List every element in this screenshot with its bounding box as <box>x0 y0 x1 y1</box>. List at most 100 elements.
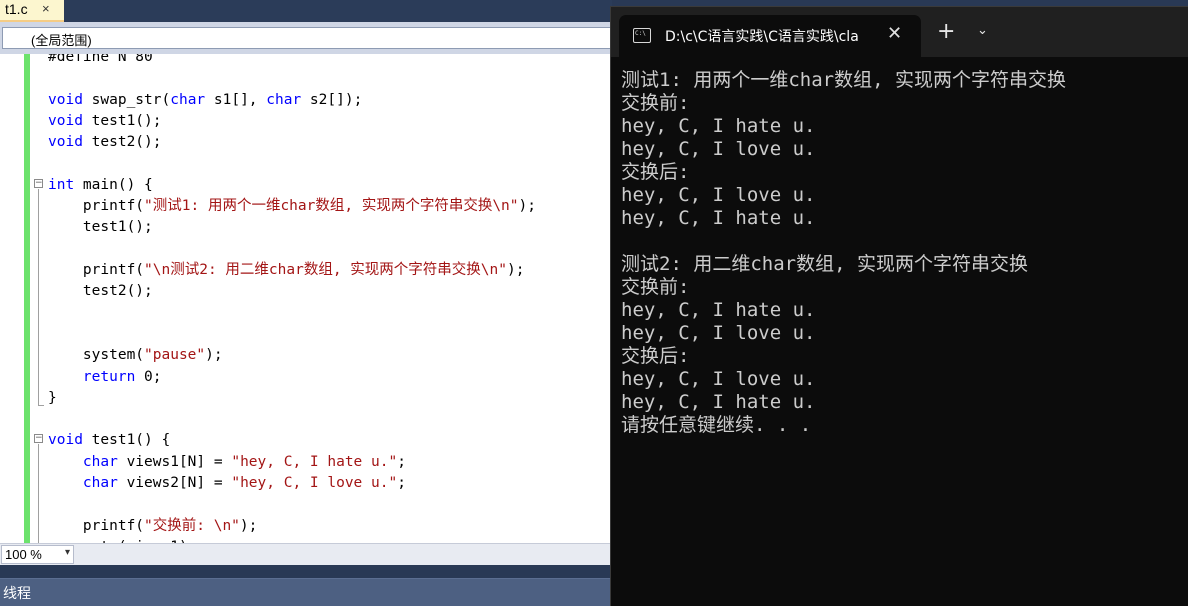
terminal-output-line: 请按任意键继续. . . <box>621 414 812 436</box>
code-token: system( <box>48 347 145 364</box>
code-token: ); <box>239 517 258 534</box>
string-token: "hey, C, I love u." <box>231 475 398 491</box>
code-token: s2[]); <box>301 91 363 108</box>
code-line: void test1(); <box>48 111 162 132</box>
keyword-token: void <box>48 432 83 449</box>
terminal-output-line: hey, C, I hate u. <box>621 115 816 137</box>
keyword-token: void <box>48 91 83 108</box>
keyword-token: void <box>48 134 83 151</box>
string-token: "测试1: 用两个一维char数组, 实现两个字符串交换\n" <box>144 198 519 215</box>
new-tab-button[interactable]: + <box>937 21 955 43</box>
terminal-output-line: 测试1: 用两个一维char数组, 实现两个字符串交换 <box>621 69 1066 91</box>
console-icon <box>633 28 651 43</box>
code-token: #define N 80 <box>48 54 153 65</box>
string-token: "\n测试2: 用二维char数组, 实现两个字符串交换\n" <box>144 262 507 278</box>
navigation-bar: (全局范围) <box>0 22 612 54</box>
code-token: views1[N] = <box>117 453 232 470</box>
code-line: void test1() { <box>48 430 170 451</box>
code-token: test1() { <box>82 432 171 449</box>
tab-label: t1.c <box>5 1 28 17</box>
threads-panel-header[interactable]: 线程 <box>0 578 612 606</box>
code-line: system("pause"); <box>48 345 223 366</box>
zoom-value: 100 % <box>5 547 42 562</box>
keyword-token: char <box>82 475 118 491</box>
terminal-output-line: 交换后: <box>621 345 690 367</box>
code-line: char views1[N] = "hey, C, I hate u."; <box>48 452 406 473</box>
code-token: ); <box>506 262 525 278</box>
string-token: "交换前: \n" <box>144 517 240 534</box>
code-line: void swap_str(char s1[], char s2[]); <box>48 90 362 111</box>
scope-value: (全局范围) <box>31 33 92 48</box>
keyword-token: char <box>266 91 302 108</box>
fold-guide <box>38 189 39 405</box>
close-tab-icon[interactable]: ✕ <box>887 23 902 44</box>
terminal-output-line: 交换前: <box>621 92 690 114</box>
code-area[interactable]: #define N 80 void swap_str(char s1[], cha… <box>0 54 612 543</box>
code-token: 0; <box>135 368 162 385</box>
code-token: s1[], <box>205 91 267 108</box>
zoom-dropdown[interactable]: 100 % ▾ <box>1 545 74 564</box>
tab-dropdown-button[interactable]: ⌄ <box>977 23 988 39</box>
code-token: printf( <box>48 517 145 534</box>
string-token: "pause" <box>144 347 206 364</box>
code-token: swap_str( <box>82 91 171 108</box>
code-token: ; <box>397 475 406 491</box>
terminal-output[interactable]: 测试1: 用两个一维char数组, 实现两个字符串交换 交换前: hey, C, I… <box>621 69 1181 437</box>
code-line: test1(); <box>48 217 153 238</box>
change-tracking-margin <box>24 54 30 543</box>
keyword-token: return <box>82 368 136 385</box>
keyword-token: char <box>82 453 118 470</box>
terminal-output-line: hey, C, I hate u. <box>621 391 816 413</box>
terminal-tab-title: D:\c\C语言实践\C语言实践\cla <box>665 29 859 45</box>
terminal-output-line: 测试2: 用二维char数组, 实现两个字符串交换 <box>621 253 1028 275</box>
threads-label: 线程 <box>3 586 31 602</box>
scope-dropdown[interactable]: (全局范围) <box>2 27 612 49</box>
collapse-main-icon[interactable]: − <box>34 179 43 188</box>
code-line: printf("\n测试2: 用二维char数组, 实现两个字符串交换\n"); <box>48 260 525 281</box>
code-token: ; <box>397 453 406 470</box>
terminal-output-line: hey, C, I love u. <box>621 368 816 390</box>
code-token: test2(); <box>48 283 153 300</box>
terminal-tab[interactable]: D:\c\C语言实践\C语言实践\cla ✕ <box>619 15 921 57</box>
code-line: } <box>48 388 57 409</box>
terminal-output-line: 交换后: <box>621 161 690 183</box>
collapse-test1-icon[interactable]: − <box>34 434 43 443</box>
code-line: #define N 80 <box>48 54 153 68</box>
horizontal-scrollbar[interactable] <box>78 548 608 561</box>
code-token: printf( <box>48 198 145 215</box>
document-tab-strip: t1.c × <box>0 0 612 22</box>
code-line: char views2[N] = "hey, C, I love u."; <box>48 473 406 494</box>
terminal-output-line: hey, C, I hate u. <box>621 207 816 229</box>
chevron-down-icon: ▾ <box>64 547 70 558</box>
code-line: void test2(); <box>48 132 162 153</box>
keyword-token: int <box>48 176 75 193</box>
code-line: return 0; <box>48 367 162 388</box>
keyword-token: void <box>48 112 83 129</box>
fold-guide <box>38 444 39 543</box>
code-line: int main() { <box>48 175 153 196</box>
code-token: test2(); <box>82 134 162 151</box>
code-token: ); <box>518 198 536 215</box>
code-token: main() { <box>74 176 153 193</box>
code-token: test1(); <box>48 219 153 236</box>
close-icon[interactable]: × <box>42 1 50 16</box>
code-token: printf( <box>48 262 145 278</box>
terminal-output-line: 交换前: <box>621 276 690 298</box>
editor-status-bar: 100 % ▾ <box>0 543 612 565</box>
terminal-output-line: hey, C, I love u. <box>621 322 816 344</box>
code-token: ); <box>205 347 223 364</box>
code-token: } <box>48 389 57 406</box>
tab-t1-c[interactable]: t1.c × <box>0 0 64 22</box>
code-token: test1(); <box>82 112 162 129</box>
code-line: printf("测试1: 用两个一维char数组, 实现两个字符串交换\n"); <box>48 196 536 217</box>
fold-guide-end <box>38 405 44 406</box>
terminal-output-line: hey, C, I love u. <box>621 184 816 206</box>
code-token: views2[N] = <box>117 475 232 491</box>
code-line: test2(); <box>48 281 153 302</box>
string-token: "hey, C, I hate u." <box>231 453 398 470</box>
keyword-token: char <box>170 91 206 108</box>
